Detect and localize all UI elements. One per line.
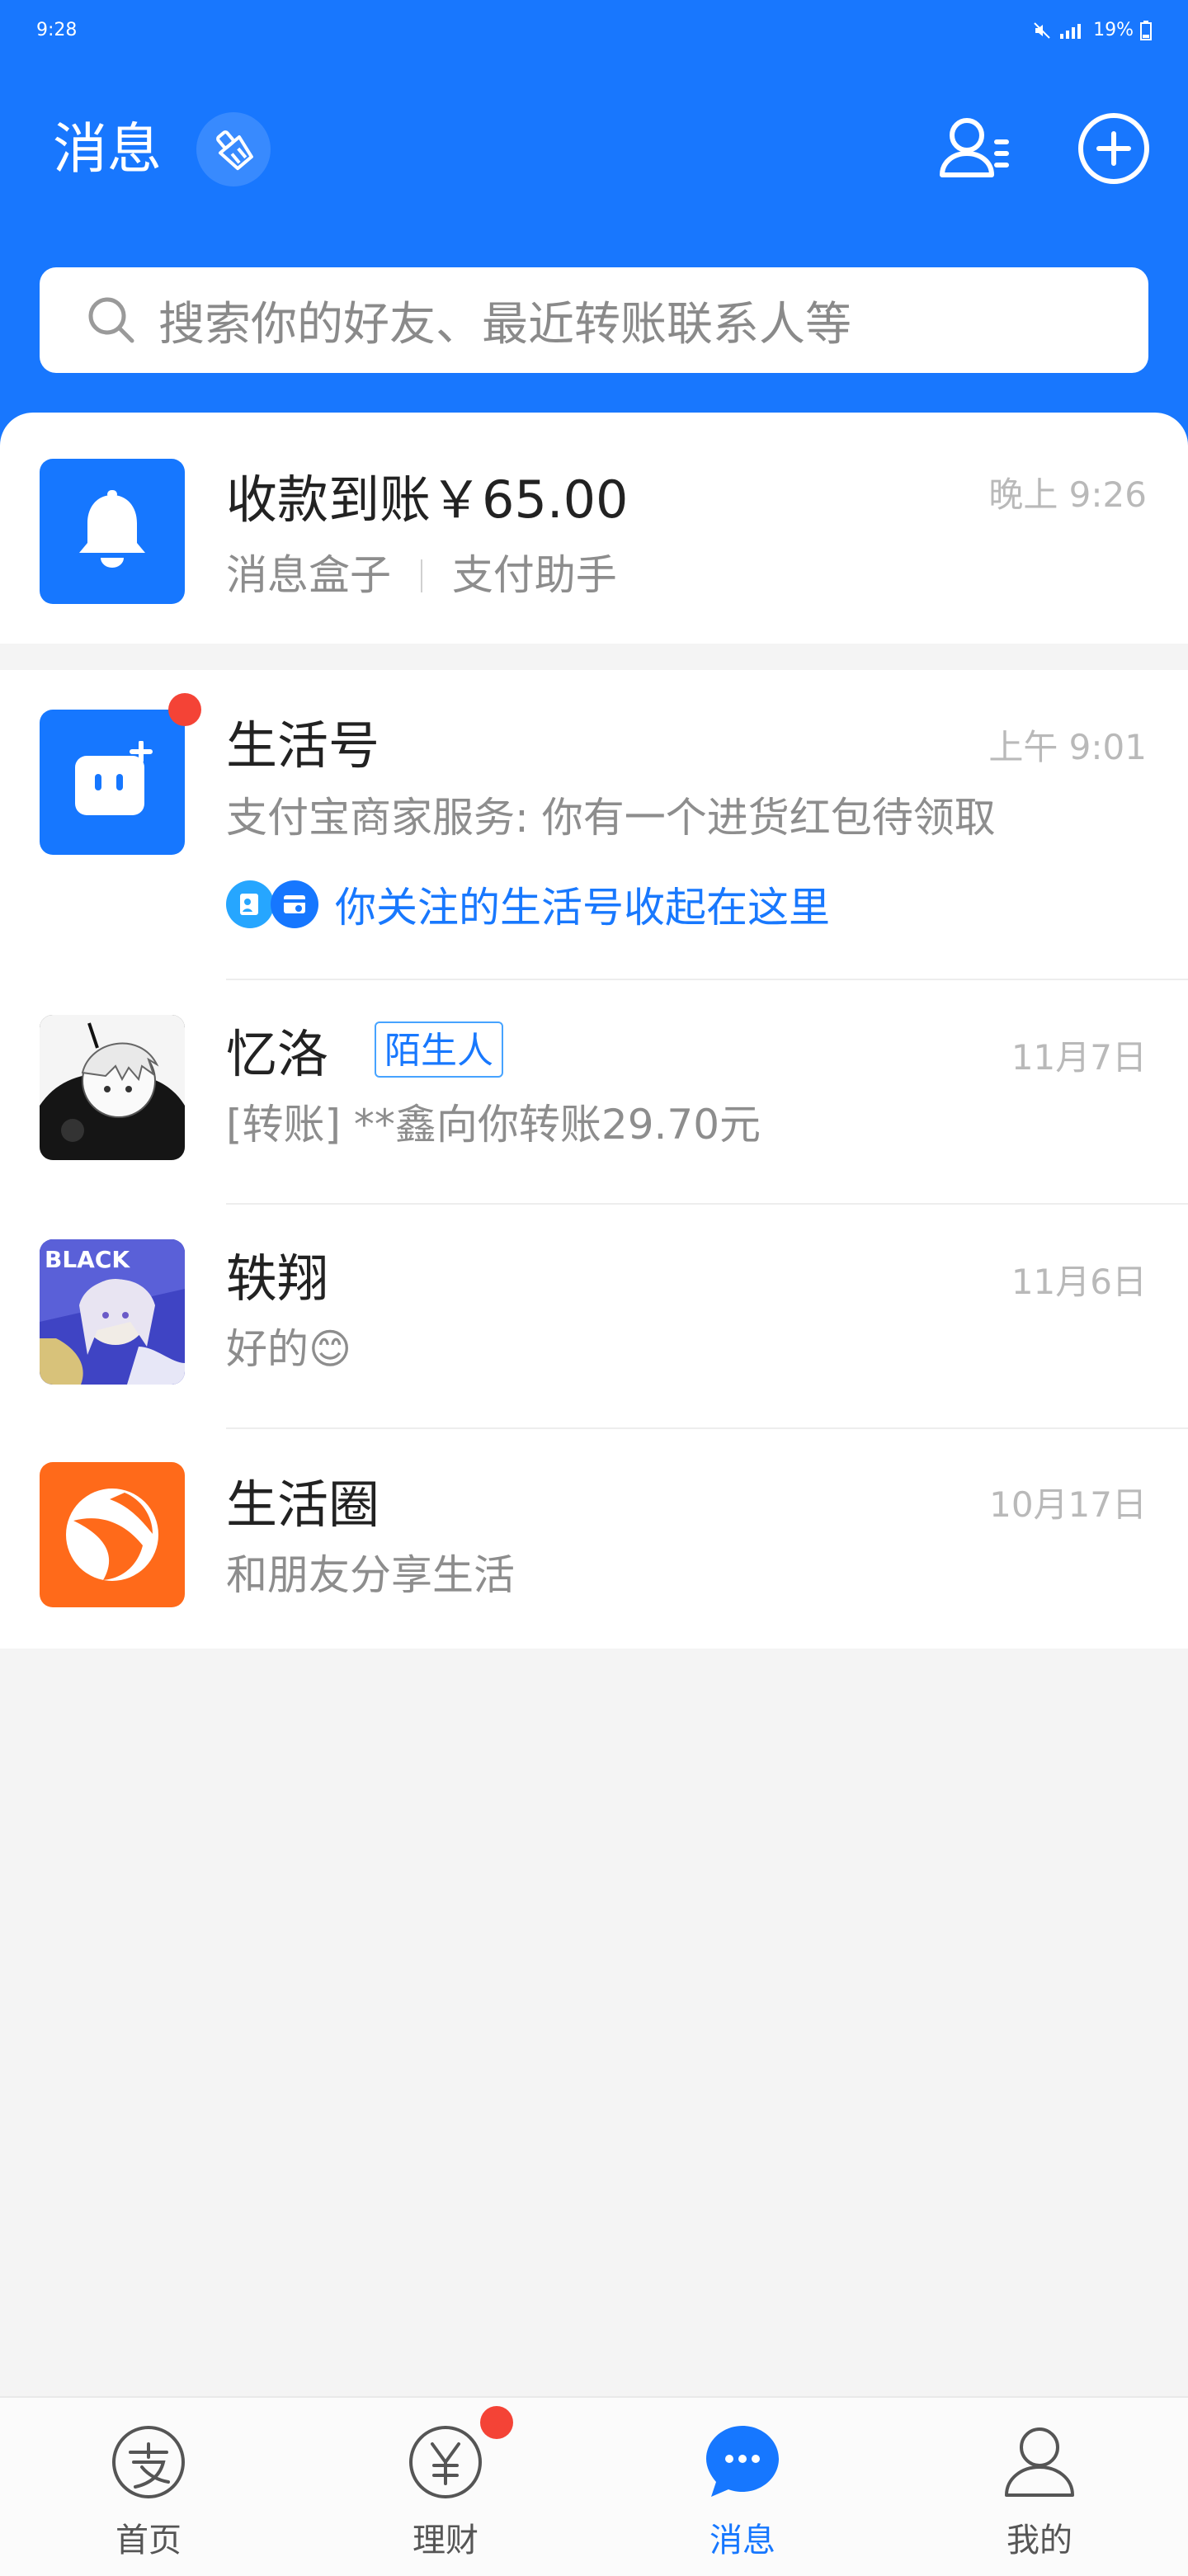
list-item-yixiang[interactable]: BLACK 轶翔 好的😊 11月6日: [0, 1205, 1188, 1429]
contacts-button[interactable]: [932, 107, 1015, 190]
status-time: 9:28: [36, 20, 78, 40]
message-preview: 和朋友分享生活: [226, 1551, 515, 1599]
list-item-yiluo[interactable]: 忆洛 [转账] **鑫向你转账29.70元 11月7日: [0, 980, 1188, 1205]
add-button[interactable]: [1072, 107, 1155, 190]
signal-icon: [1060, 23, 1082, 39]
search-placeholder: 搜索你的好友、最近转账联系人等: [158, 297, 851, 351]
tab-label: 我的: [1006, 2522, 1072, 2559]
life-circle-icon: [40, 1462, 185, 1607]
message-preview: 好的😊: [226, 1325, 352, 1373]
source-divider: [420, 559, 422, 592]
avatar: [40, 1015, 185, 1160]
clear-unread-button[interactable]: [196, 112, 271, 186]
person-icon: [1000, 2423, 1079, 2502]
stranger-tag: 陌生人: [375, 1021, 503, 1078]
tab-label: 理财: [412, 2522, 478, 2559]
status-bar: 9:28 19%: [0, 0, 1188, 66]
tab-home[interactable]: 首页: [0, 2398, 297, 2576]
header: 9:28 19% 消息 搜索你的好友、最近转账联系人等: [0, 0, 1188, 462]
chat-bubble-icon: [703, 2423, 782, 2502]
avatar: BLACK: [40, 1239, 185, 1385]
plus-circle-icon: [1078, 113, 1149, 184]
bell-icon: [40, 459, 185, 604]
message-time: 11月6日: [1011, 1262, 1147, 1302]
message-time: 上午 9:01: [988, 727, 1147, 767]
tab-finance[interactable]: 理财: [297, 2398, 594, 2576]
unread-badge: [168, 693, 201, 726]
svg-text:BLACK: BLACK: [45, 1246, 130, 1273]
life-accounts-folded-link[interactable]: 你关注的生活号收起在这里: [226, 875, 830, 934]
message-title: 收款到账￥65.00: [226, 469, 629, 530]
message-time: 11月7日: [1011, 1037, 1147, 1078]
message-title: 生活圈: [226, 1474, 380, 1535]
service-icon: [226, 880, 274, 928]
alipay-home-icon: [109, 2423, 188, 2502]
source-name-2: 支付助手: [451, 551, 617, 599]
unread-badge: [480, 2406, 513, 2439]
message-preview: [转账] **鑫向你转账29.70元: [226, 1101, 761, 1149]
payment-notification-row[interactable]: 收款到账￥65.00 消息盒子 支付助手 晚上 9:26: [0, 413, 1188, 644]
store-icon: [271, 880, 318, 928]
search-bar[interactable]: 搜索你的好友、最近转账联系人等: [40, 267, 1148, 373]
contacts-icon: [940, 118, 1009, 177]
status-icons: 19%: [1032, 20, 1152, 40]
tab-profile[interactable]: 我的: [891, 2398, 1188, 2576]
message-time: 晚上 9:26: [988, 474, 1147, 515]
life-account-icon: [40, 710, 185, 855]
message-title: 忆洛: [226, 1024, 329, 1084]
tab-messages[interactable]: 消息: [594, 2398, 891, 2576]
message-preview: 支付宝商家服务: 你有一个进货红包待领取: [226, 794, 996, 842]
list-item-life-circle[interactable]: 生活圈 和朋友分享生活 10月17日: [0, 1429, 1188, 1649]
battery-icon: [1140, 20, 1152, 40]
page-title: 消息: [53, 117, 162, 181]
yuan-coin-icon: [406, 2423, 485, 2502]
folded-link-text: 你关注的生活号收起在这里: [335, 884, 830, 932]
bottom-tab-bar: 首页 理财 消息 我的: [0, 2396, 1188, 2576]
battery-text: 19%: [1093, 20, 1134, 40]
message-source: 消息盒子 支付助手: [226, 548, 617, 602]
source-name: 消息盒子: [226, 551, 391, 599]
message-time: 10月17日: [989, 1484, 1147, 1525]
message-title: 轶翔: [226, 1248, 329, 1309]
search-icon: [86, 295, 137, 346]
broom-icon: [216, 130, 253, 171]
message-title: 生活号: [226, 715, 380, 776]
tab-label: 首页: [116, 2522, 182, 2559]
tab-label: 消息: [710, 2522, 776, 2559]
mute-icon: [1034, 21, 1050, 39]
